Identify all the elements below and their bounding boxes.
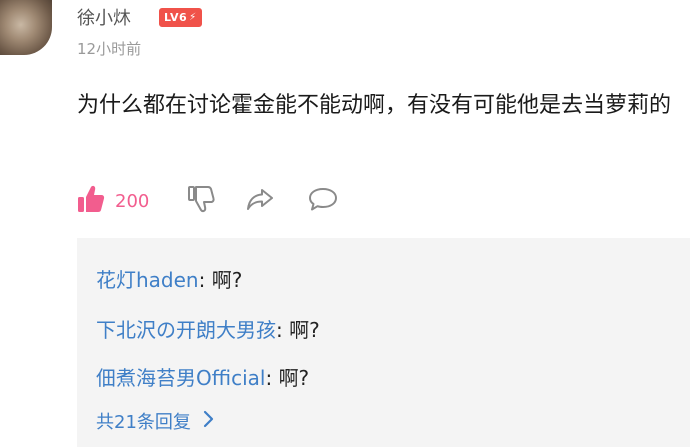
reply-author[interactable]: 下北沢の开朗大男孩 bbox=[96, 318, 276, 342]
reply-text: 啊? bbox=[211, 268, 243, 292]
reply-text: 啊? bbox=[289, 318, 320, 342]
level-badge: LV6 ⚡ bbox=[159, 8, 202, 27]
username[interactable]: 徐小炑 bbox=[77, 4, 131, 30]
reply-item[interactable]: 花灯haden: 啊? bbox=[96, 264, 242, 293]
reply-item[interactable]: 下北沢の开朗大男孩: 啊? bbox=[96, 314, 320, 343]
like-count: 200 bbox=[115, 190, 150, 212]
view-all-replies-link[interactable]: 共21条回复 bbox=[96, 408, 215, 434]
user-avatar[interactable] bbox=[0, 0, 52, 55]
dislike-button[interactable] bbox=[187, 183, 215, 219]
reply-author[interactable]: 佃煮海苔男Official bbox=[96, 366, 265, 390]
timestamp: 12小时前 bbox=[77, 40, 142, 58]
comment-actions: 200 bbox=[77, 183, 397, 219]
reply-text: 啊? bbox=[278, 366, 310, 390]
thumbs-down-icon bbox=[187, 184, 215, 218]
reply-separator: : bbox=[265, 366, 279, 390]
chevron-right-icon bbox=[203, 410, 215, 433]
reply-separator: : bbox=[198, 268, 212, 292]
reply-separator: : bbox=[276, 318, 290, 342]
thumbs-up-icon bbox=[77, 184, 105, 218]
reply-bubble-icon bbox=[307, 185, 339, 217]
reply-author[interactable]: 花灯haden bbox=[96, 268, 199, 292]
more-replies-label: 共21条回复 bbox=[96, 412, 191, 433]
share-icon bbox=[245, 185, 275, 217]
reply-item[interactable]: 佃煮海苔男Official: 啊? bbox=[96, 362, 309, 391]
like-button[interactable]: 200 bbox=[77, 183, 149, 219]
reply-button[interactable] bbox=[307, 183, 339, 219]
level-badge-text: LV6 bbox=[164, 11, 188, 24]
comment-text: 为什么都在讨论霍金能不能动啊，有没有可能他是去当萝莉的 bbox=[77, 93, 672, 118]
lightning-icon: ⚡ bbox=[189, 12, 197, 23]
share-button[interactable] bbox=[245, 183, 275, 219]
replies-panel: 花灯haden: 啊? 下北沢の开朗大男孩: 啊? 佃煮海苔男Official:… bbox=[77, 238, 690, 447]
